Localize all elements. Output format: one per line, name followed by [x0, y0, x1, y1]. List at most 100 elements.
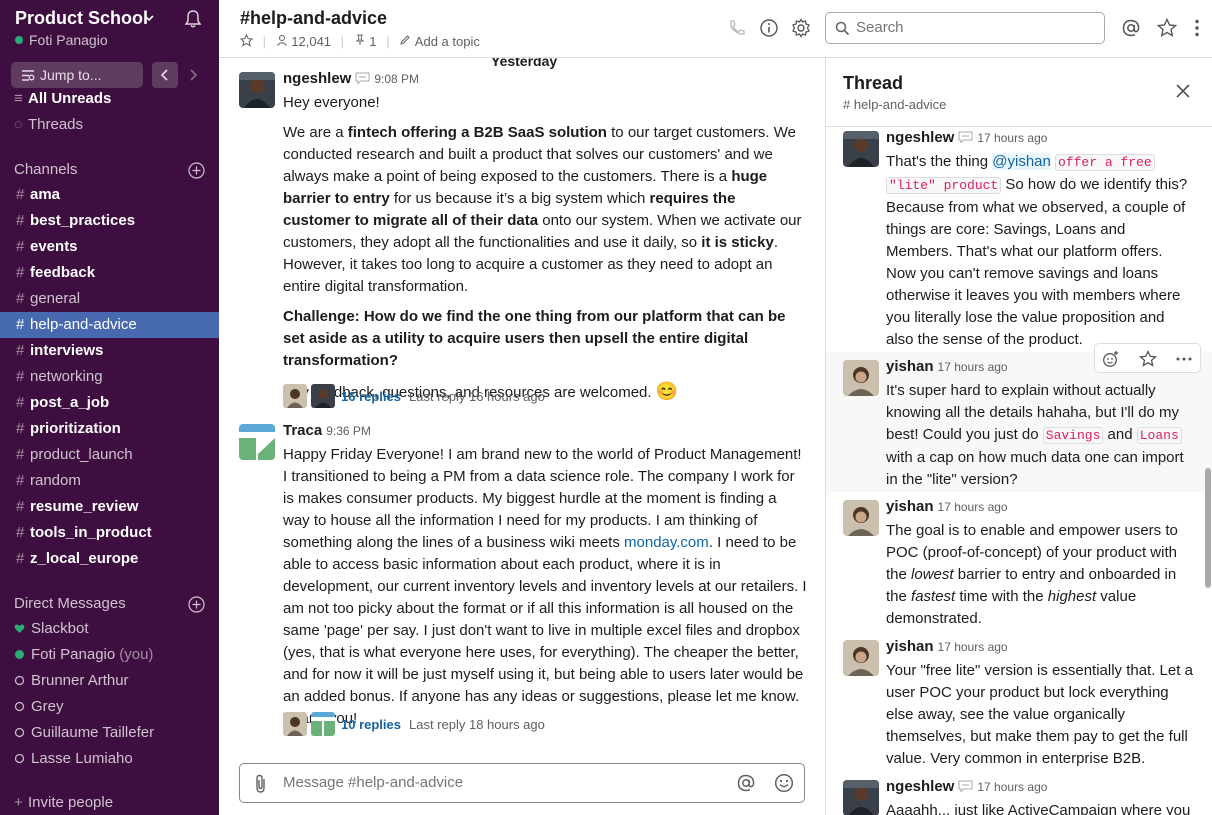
star-icon[interactable]: [239, 33, 254, 47]
author-name[interactable]: ngeshlew: [886, 778, 954, 795]
sidebar-item-interviews[interactable]: # interviews: [0, 338, 219, 364]
invite-people-button[interactable]: + Invite people: [0, 790, 219, 815]
sidebar-item-events[interactable]: # events: [0, 234, 219, 260]
message[interactable]: Traca 9:36 PM Happy Friday Everyone! I am…: [219, 422, 825, 742]
close-icon[interactable]: [1174, 82, 1192, 100]
dm-item[interactable]: Brunner Arthur: [0, 668, 219, 694]
more-vertical-icon[interactable]: [1187, 18, 1207, 38]
thread-message[interactable]: yishan 17 hours ago It's super hard to ex…: [826, 352, 1212, 492]
reply-count-link[interactable]: 16 replies: [341, 389, 401, 404]
sidebar-item-networking[interactable]: # networking: [0, 364, 219, 390]
reply-count-link[interactable]: 10 replies: [341, 717, 401, 732]
message-composer[interactable]: [239, 763, 805, 803]
add-topic-link[interactable]: Add a topic: [415, 34, 480, 49]
message-author[interactable]: yishan 17 hours ago: [886, 358, 1008, 375]
author-name[interactable]: Traca: [283, 422, 322, 439]
history-back-button[interactable]: [152, 62, 178, 88]
phone-icon[interactable]: [727, 18, 747, 38]
message-time[interactable]: 17 hours ago: [977, 131, 1047, 145]
user-mention[interactable]: @yishan: [992, 153, 1051, 170]
thread-scrollbar[interactable]: [1205, 468, 1211, 588]
thread-message[interactable]: ngeshlew 17 hours ago That's the thing @y…: [826, 128, 1212, 352]
dm-item[interactable]: Lasse Lumiaho: [0, 746, 219, 772]
add-reaction-icon[interactable]: [1102, 350, 1120, 368]
pin-count[interactable]: 1: [369, 34, 376, 49]
emoji-icon[interactable]: [774, 773, 794, 793]
dm-item[interactable]: Grey: [0, 694, 219, 720]
dm-section-heading[interactable]: Direct Messages: [14, 595, 126, 612]
jump-to-button[interactable]: Jump to...: [11, 62, 143, 88]
message-time[interactable]: 9:36 PM: [326, 424, 371, 438]
sidebar-item-all-unreads[interactable]: ≡ All Unreads: [0, 88, 219, 108]
sidebar-item-random[interactable]: # random: [0, 468, 219, 494]
star-icon[interactable]: [1157, 18, 1177, 38]
sidebar-item-tools-in-product[interactable]: # tools_in_product: [0, 520, 219, 546]
message-author[interactable]: ngeshlew 17 hours ago: [886, 778, 1047, 795]
message-time[interactable]: 17 hours ago: [977, 780, 1047, 794]
sidebar-item-threads[interactable]: ◌ Threads: [0, 112, 219, 138]
workspace-name[interactable]: Product School: [15, 8, 148, 29]
sidebar-item-feedback[interactable]: # feedback: [0, 260, 219, 286]
day-divider[interactable]: Yesterday: [481, 58, 568, 69]
monday-link[interactable]: monday.com: [624, 534, 709, 551]
avatar[interactable]: [843, 500, 879, 536]
author-name[interactable]: yishan: [886, 638, 934, 655]
star-icon[interactable]: [1138, 349, 1158, 368]
thread-channel-link[interactable]: # help-and-advice: [843, 97, 946, 112]
sidebar-item-post-a-job[interactable]: # post_a_job: [0, 390, 219, 416]
author-name[interactable]: yishan: [886, 358, 934, 375]
info-icon[interactable]: [759, 18, 779, 38]
sidebar-item-best-practices[interactable]: # best_practices: [0, 208, 219, 234]
more-horizontal-icon[interactable]: [1175, 350, 1193, 368]
avatar[interactable]: [239, 72, 275, 108]
message-author[interactable]: yishan 17 hours ago: [886, 498, 1008, 515]
sidebar-item-ama[interactable]: # ama: [0, 182, 219, 208]
avatar[interactable]: [843, 780, 879, 815]
message-time[interactable]: 9:08 PM: [374, 72, 419, 86]
channel-title[interactable]: #help-and-advice: [240, 8, 387, 29]
author-name[interactable]: ngeshlew: [283, 70, 351, 87]
message-input[interactable]: [283, 774, 713, 791]
avatar[interactable]: [239, 424, 275, 460]
message-time[interactable]: 17 hours ago: [938, 640, 1008, 654]
mentions-icon[interactable]: [1121, 18, 1141, 38]
author-name[interactable]: ngeshlew: [886, 129, 954, 146]
sidebar-item-z-local-europe[interactable]: # z_local_europe: [0, 546, 219, 572]
mention-icon[interactable]: [736, 773, 756, 793]
message-time[interactable]: 17 hours ago: [938, 360, 1008, 374]
sidebar-item-general[interactable]: # general: [0, 286, 219, 312]
author-name[interactable]: yishan: [886, 498, 934, 515]
message-time[interactable]: 17 hours ago: [938, 500, 1008, 514]
channels-section-heading[interactable]: Channels: [14, 161, 77, 178]
member-count[interactable]: 12,041: [291, 34, 331, 49]
sidebar-item-prioritization[interactable]: # prioritization: [0, 416, 219, 442]
message-author[interactable]: ngeshlew 17 hours ago: [886, 129, 1047, 146]
avatar[interactable]: [843, 131, 879, 167]
add-dm-icon[interactable]: [188, 596, 205, 613]
sidebar-item-resume-review[interactable]: # resume_review: [0, 494, 219, 520]
dm-item[interactable]: Slackbot: [0, 616, 219, 642]
avatar[interactable]: [843, 360, 879, 396]
thread-message[interactable]: yishan 17 hours ago The goal is to enable…: [826, 492, 1212, 632]
sidebar-item-help-and-advice[interactable]: # help-and-advice: [0, 312, 219, 338]
sidebar-item-product-launch[interactable]: # product_launch: [0, 442, 219, 468]
dm-item[interactable]: Foti Panagio (you): [0, 642, 219, 668]
thread-message[interactable]: yishan 17 hours ago Your "free lite" vers…: [826, 632, 1212, 772]
add-channel-icon[interactable]: [188, 162, 205, 179]
message-author[interactable]: yishan 17 hours ago: [886, 638, 1008, 655]
search-field[interactable]: [825, 12, 1105, 44]
message-author[interactable]: Traca 9:36 PM: [283, 422, 371, 439]
dm-item[interactable]: Guillaume Taillefer: [0, 720, 219, 746]
thread-message[interactable]: ngeshlew 17 hours ago Aaaahh... just like…: [826, 772, 1212, 815]
avatar[interactable]: [843, 640, 879, 676]
bell-icon[interactable]: [183, 9, 203, 29]
message[interactable]: ngeshlew 9:08 PM Hey everyone! We are a f…: [219, 70, 825, 410]
thread-replies-bar[interactable]: 16 replies Last reply 16 hours ago: [283, 384, 545, 410]
attachment-icon[interactable]: [252, 774, 270, 794]
search-input[interactable]: [856, 19, 1096, 36]
workspace-header[interactable]: Product School Foti Panagio: [0, 0, 219, 56]
thread-replies-bar[interactable]: 10 replies Last reply 18 hours ago: [283, 712, 545, 738]
gear-icon[interactable]: [791, 18, 811, 38]
history-forward-button[interactable]: [180, 62, 206, 88]
message-author[interactable]: ngeshlew 9:08 PM: [283, 70, 419, 87]
